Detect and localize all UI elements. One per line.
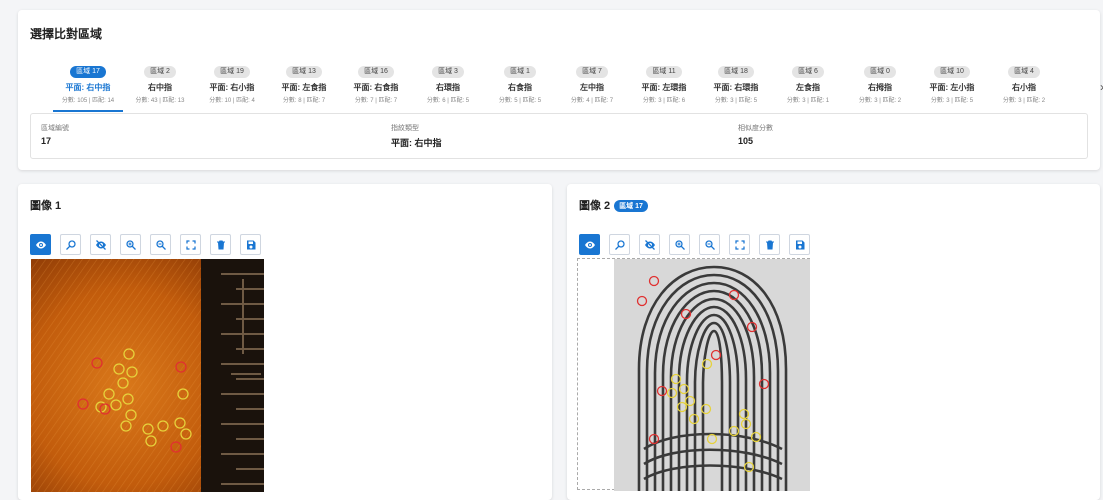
region-tab[interactable]: 區域 11 平面: 左環指 分數: 3 | 匹配: 6 — [629, 60, 699, 110]
region-tab[interactable]: 區域 1 右食指 分數: 5 | 匹配: 5 — [485, 60, 555, 110]
region-pill: 區域 0 — [864, 66, 896, 78]
region-info-box: 區域編號 17 指紋類型 平面: 右中指 相似度分數 105 — [30, 113, 1088, 159]
region-tab[interactable]: 區域 6 左食指 分數: 3 | 匹配: 1 — [773, 60, 843, 110]
score-text: 分數: 4 | 匹配: 7 — [570, 98, 614, 104]
finger-type: 平面: 右環指 — [713, 83, 759, 92]
zoom-in-icon[interactable] — [669, 234, 690, 255]
region-pill: 區域 4 — [1008, 66, 1040, 78]
zoom-tool-icon[interactable] — [60, 234, 81, 255]
finger-type: 右中指 — [148, 83, 172, 92]
score-text: 分數: 3 | 匹配: 5 — [714, 98, 758, 104]
finger-type: 平面: 右食指 — [353, 83, 399, 92]
region-pill: 區域 1 — [504, 66, 536, 78]
fingerprint-type-field: 指紋類型 平面: 右中指 — [391, 123, 442, 149]
finger-type: 右食指 — [508, 83, 532, 92]
region-tab[interactable]: 區域 4 右小指 分數: 3 | 匹配: 2 — [989, 60, 1059, 110]
rolled-fingerprint-image[interactable] — [614, 259, 810, 491]
fingerprint-type-value: 平面: 右中指 — [391, 138, 442, 148]
finger-type: 左中指 — [580, 83, 604, 92]
latent-fingerprint-image[interactable] — [31, 259, 264, 492]
image1-title: 圖像 1 — [30, 197, 61, 213]
region-tabs: 區域 17 平面: 右中指 分數: 105 | 匹配: 14 區域 2 右中指 … — [53, 60, 1103, 112]
image1-title-text: 圖像 1 — [30, 200, 62, 212]
score-text: 分數: 8 | 匹配: 7 — [282, 98, 326, 104]
region-tab[interactable]: 區域 19 平面: 右小指 分數: 10 | 匹配: 4 — [197, 60, 267, 110]
score-text: 分數: 105 | 匹配: 14 — [61, 98, 115, 104]
save-icon[interactable] — [240, 234, 261, 255]
region-tab[interactable]: 區域 18 平面: 右環指 分數: 3 | 匹配: 5 — [701, 60, 771, 110]
eye-icon[interactable] — [30, 234, 51, 255]
image2-title: 圖像 2 區域 17 — [579, 197, 648, 213]
region-pill: 區域 17 — [70, 66, 106, 78]
finger-type: 平面: 左小指 — [929, 83, 975, 92]
similarity-score-label: 相似度分數 — [738, 125, 773, 132]
region-pill: 區域 16 — [358, 66, 394, 78]
region-pill: 區域 7 — [576, 66, 608, 78]
region-number-field: 區域編號 17 — [41, 123, 69, 146]
region-tab[interactable]: 區域 7 左中指 分數: 4 | 匹配: 7 — [557, 60, 627, 110]
region-pill: 區域 6 — [792, 66, 824, 78]
region-tab[interactable]: 區域 17 平面: 右中指 分數: 105 | 匹配: 14 — [53, 60, 123, 112]
region-number-value: 17 — [41, 136, 52, 146]
finger-type: 右環指 — [436, 83, 460, 92]
fit-screen-icon[interactable] — [729, 234, 750, 255]
finger-type: 平面: 左環指 — [641, 83, 687, 92]
region-selection-card: 選擇比對區域 區域 17 平面: 右中指 分數: 105 | 匹配: 14 區域… — [18, 10, 1103, 170]
eye-off-icon[interactable] — [90, 234, 111, 255]
region-number-label: 區域編號 — [41, 125, 69, 132]
zoom-out-icon[interactable] — [150, 234, 171, 255]
region-pill: 區域 19 — [214, 66, 250, 78]
image2-frame — [577, 258, 810, 491]
score-text: 分數: 10 | 匹配: 4 — [209, 98, 255, 104]
image1-panel: 圖像 1 — [18, 184, 552, 500]
fit-screen-icon[interactable] — [180, 234, 201, 255]
fingerprint-type-label: 指紋類型 — [391, 125, 419, 132]
delete-icon[interactable] — [210, 234, 231, 255]
score-text: 分數: 3 | 匹配: 2 — [858, 98, 902, 104]
region-tab[interactable]: 區域 16 平面: 右食指 分數: 7 | 匹配: 7 — [341, 60, 411, 110]
score-text: 分數: 3 | 匹配: 6 — [642, 98, 686, 104]
save-icon[interactable] — [789, 234, 810, 255]
region-pill: 區域 2 — [144, 66, 176, 78]
region-pill: 區域 3 — [432, 66, 464, 78]
region-pill: 區域 10 — [934, 66, 970, 78]
region-badge: 區域 17 — [614, 200, 648, 212]
similarity-score-value: 105 — [738, 136, 754, 146]
score-text: 分數: 3 | 匹配: 5 — [930, 98, 974, 104]
eye-icon[interactable] — [579, 234, 600, 255]
region-pill: 區域 13 — [286, 66, 322, 78]
region-tab[interactable]: 區域 2 右中指 分數: 43 | 匹配: 13 — [125, 60, 195, 110]
zoom-tool-icon[interactable] — [609, 234, 630, 255]
eye-off-icon[interactable] — [639, 234, 660, 255]
region-pill: 區域 18 — [718, 66, 754, 78]
region-tab[interactable]: 區域 10 平面: 左小指 分數: 3 | 匹配: 5 — [917, 60, 987, 110]
finger-type: 右拇指 — [868, 83, 892, 92]
finger-type: 左食指 — [796, 83, 820, 92]
score-text: 分數: 43 | 匹配: 13 — [135, 98, 185, 104]
region-tab[interactable]: 區域 3 右環指 分數: 6 | 匹配: 5 — [413, 60, 483, 110]
similarity-score-field: 相似度分數 105 — [738, 123, 773, 146]
region-tab[interactable]: 區域 13 平面: 左食指 分數: 8 | 匹配: 7 — [269, 60, 339, 110]
image2-panel: 圖像 2 區域 17 — [567, 184, 1100, 500]
image2-title-text: 圖像 2 — [579, 200, 611, 212]
zoom-in-icon[interactable] — [120, 234, 141, 255]
score-text: 分數: 6 | 匹配: 5 — [426, 98, 470, 104]
score-text: 分數: 7 | 匹配: 7 — [354, 98, 398, 104]
zoom-out-icon[interactable] — [699, 234, 720, 255]
selection-title: 選擇比對區域 — [30, 27, 103, 41]
finger-type: 平面: 左食指 — [281, 83, 327, 92]
region-tab[interactable]: 區域 0 右拇指 分數: 3 | 匹配: 2 — [845, 60, 915, 110]
finger-type: 右小指 — [1012, 83, 1036, 92]
score-text: 分數: 3 | 匹配: 1 — [786, 98, 830, 104]
finger-type: 平面: 右小指 — [209, 83, 255, 92]
score-text: 分數: 3 | 匹配: 2 — [1002, 98, 1046, 104]
score-text: 分數: 5 | 匹配: 5 — [498, 98, 542, 104]
region-pill: 區域 11 — [646, 66, 682, 78]
delete-icon[interactable] — [759, 234, 780, 255]
finger-type: 平面: 右中指 — [65, 83, 111, 92]
